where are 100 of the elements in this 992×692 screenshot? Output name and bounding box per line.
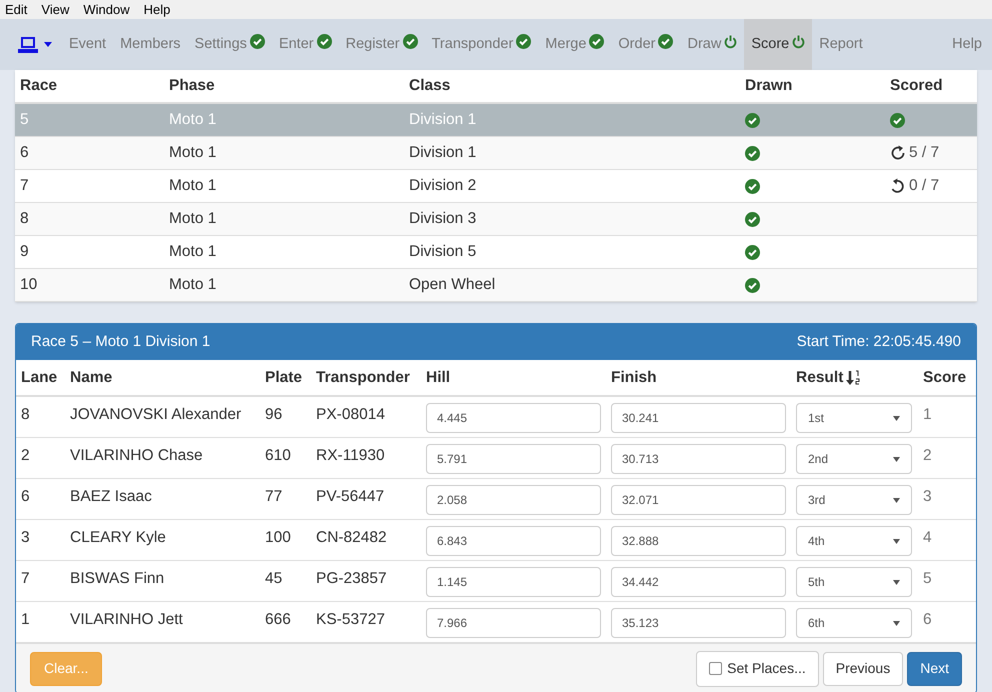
check-icon — [589, 34, 604, 49]
menu-item[interactable]: View — [41, 0, 70, 20]
table-cell-text: Division 1 — [409, 110, 478, 130]
result-dropdown[interactable]: 1st — [796, 403, 912, 433]
table-cell-text: 6 — [21, 487, 31, 507]
laptop-icon — [18, 34, 38, 54]
panel-title: Race 5 – Moto 1 Division 1 — [31, 332, 210, 352]
table-cell-text: 45 — [265, 569, 284, 589]
score-value: 1 — [923, 405, 933, 425]
finish-time-field[interactable]: 34.442 — [611, 567, 786, 597]
table-cell-text: 5 — [20, 110, 30, 130]
table-cell-text: KS-53727 — [316, 610, 386, 630]
checkbox[interactable] — [709, 662, 722, 675]
table-cell-text: 8 — [20, 209, 30, 230]
power-icon — [724, 34, 738, 48]
result-dropdown[interactable]: 5th — [796, 567, 912, 597]
hill-time-field[interactable]: 1.145 — [426, 567, 601, 597]
score-value: 2 — [923, 446, 933, 466]
table-cell-text: 10 — [20, 275, 38, 296]
hill-time-field[interactable]: 6.843 — [426, 526, 601, 556]
caret-icon — [893, 498, 900, 502]
table-cell-text: 1 — [21, 610, 31, 630]
table-cell-text: Open Wheel — [409, 275, 496, 296]
race-row[interactable]: 10 Moto 1 Open Wheel — [15, 269, 977, 302]
finish-time-field[interactable]: 30.713 — [611, 444, 786, 474]
set-places-button[interactable]: Set Places... — [696, 650, 819, 686]
finish-time-field[interactable]: 32.888 — [611, 526, 786, 556]
caret-icon — [893, 456, 900, 462]
table-cell-text: Moto 1 — [169, 176, 218, 196]
race-row[interactable]: 9 Moto 1 Division 5 — [15, 236, 977, 269]
table-cell-text: 7 — [21, 569, 31, 589]
previous-button[interactable]: Previous — [822, 652, 904, 686]
table-cell-text: Division 5 — [409, 242, 478, 262]
table-cell-text: 666 — [265, 610, 292, 630]
column-header: Score — [923, 368, 968, 388]
table-cell-text: 6 — [20, 143, 30, 164]
table-cell-text: 2 — [21, 446, 31, 466]
table-cell-text: Moto 1 — [169, 143, 218, 164]
result-dropdown[interactable]: 2nd — [796, 444, 912, 474]
table-cell-text: 96 — [265, 405, 284, 425]
hill-time-field[interactable]: 7.966 — [426, 608, 601, 638]
scored-count: 0 / 7 — [909, 176, 940, 196]
sort-icon[interactable] — [846, 370, 860, 386]
table-cell-text: Moto 1 — [169, 209, 218, 230]
table-cell-text: BISWAS Finn — [70, 569, 166, 589]
next-button[interactable]: Next — [907, 652, 962, 686]
race-row[interactable]: 8 Moto 1 Division 3 — [15, 203, 977, 236]
caret-icon — [44, 42, 52, 47]
table-cell-text: Division 1 — [409, 143, 478, 164]
table-cell-text: 77 — [265, 487, 284, 507]
check-icon — [250, 34, 265, 49]
check-icon — [516, 34, 532, 49]
score-value: 3 — [923, 487, 933, 507]
finish-time-field[interactable]: 30.241 — [611, 403, 786, 433]
table-cell-text: Moto 1 — [169, 242, 218, 262]
table-cell-text: RX-11930 — [316, 446, 386, 466]
result-dropdown[interactable]: 4th — [796, 526, 912, 556]
check-icon — [316, 34, 332, 49]
menu-item[interactable]: Window — [83, 0, 130, 20]
table-cell-text: 7 — [20, 176, 30, 196]
hill-time-field[interactable]: 5.791 — [426, 444, 601, 474]
table-cell-text: 610 — [265, 446, 292, 466]
caret-icon — [893, 416, 900, 420]
table-cell-text: CN-82482 — [316, 528, 388, 548]
hill-time-field[interactable]: 2.058 — [426, 485, 601, 515]
table-cell-text: 3 — [21, 528, 31, 548]
column-header: Race — [20, 76, 58, 96]
race-row[interactable]: 7 Moto 1 Division 2 0 / 7 — [15, 170, 977, 203]
score-value: 4 — [923, 528, 933, 548]
start-time: Start Time: 22:05:45.490 — [796, 332, 961, 352]
column-header: Transponder — [316, 368, 411, 388]
finish-time-field[interactable]: 32.071 — [611, 485, 786, 515]
table-cell-text: CLEARY Kyle — [70, 528, 167, 548]
column-header: Hill — [426, 368, 452, 388]
hill-time-field[interactable]: 4.445 — [426, 403, 601, 433]
table-cell-text: BAEZ Isaac — [70, 487, 153, 507]
nav-tab[interactable]: Score — [744, 19, 812, 70]
score-value: 5 — [923, 569, 933, 589]
column-header: Scored — [890, 76, 944, 96]
table-cell-text: PX-08014 — [316, 405, 386, 425]
table-cell-text: 9 — [20, 242, 30, 262]
check-icon — [402, 34, 418, 49]
table-cell-text: Division 3 — [409, 209, 478, 230]
table-cell-text: PG-23857 — [316, 569, 388, 589]
finish-time-field[interactable]: 35.123 — [611, 608, 786, 638]
table-cell-text: VILARINHO Chase — [70, 446, 204, 466]
caret-icon — [893, 580, 900, 584]
menu-item[interactable]: Edit — [5, 0, 28, 20]
table-cell-text: 8 — [21, 405, 31, 425]
column-header: Name — [70, 368, 114, 388]
table-cell-text: JOVANOVSKI Alexander — [70, 405, 242, 425]
column-header: Finish — [611, 368, 658, 388]
race-row[interactable]: 6 Moto 1 Division 1 5 / 7 — [15, 137, 977, 170]
menu-item[interactable]: Help — [144, 0, 170, 20]
result-dropdown[interactable]: 3rd — [796, 485, 912, 515]
table-cell-text: PV-56447 — [316, 487, 386, 507]
result-dropdown[interactable]: 6th — [796, 608, 912, 638]
column-header: Phase — [169, 76, 216, 96]
table-cell-text: Moto 1 — [169, 275, 218, 296]
caret-icon — [893, 538, 900, 544]
